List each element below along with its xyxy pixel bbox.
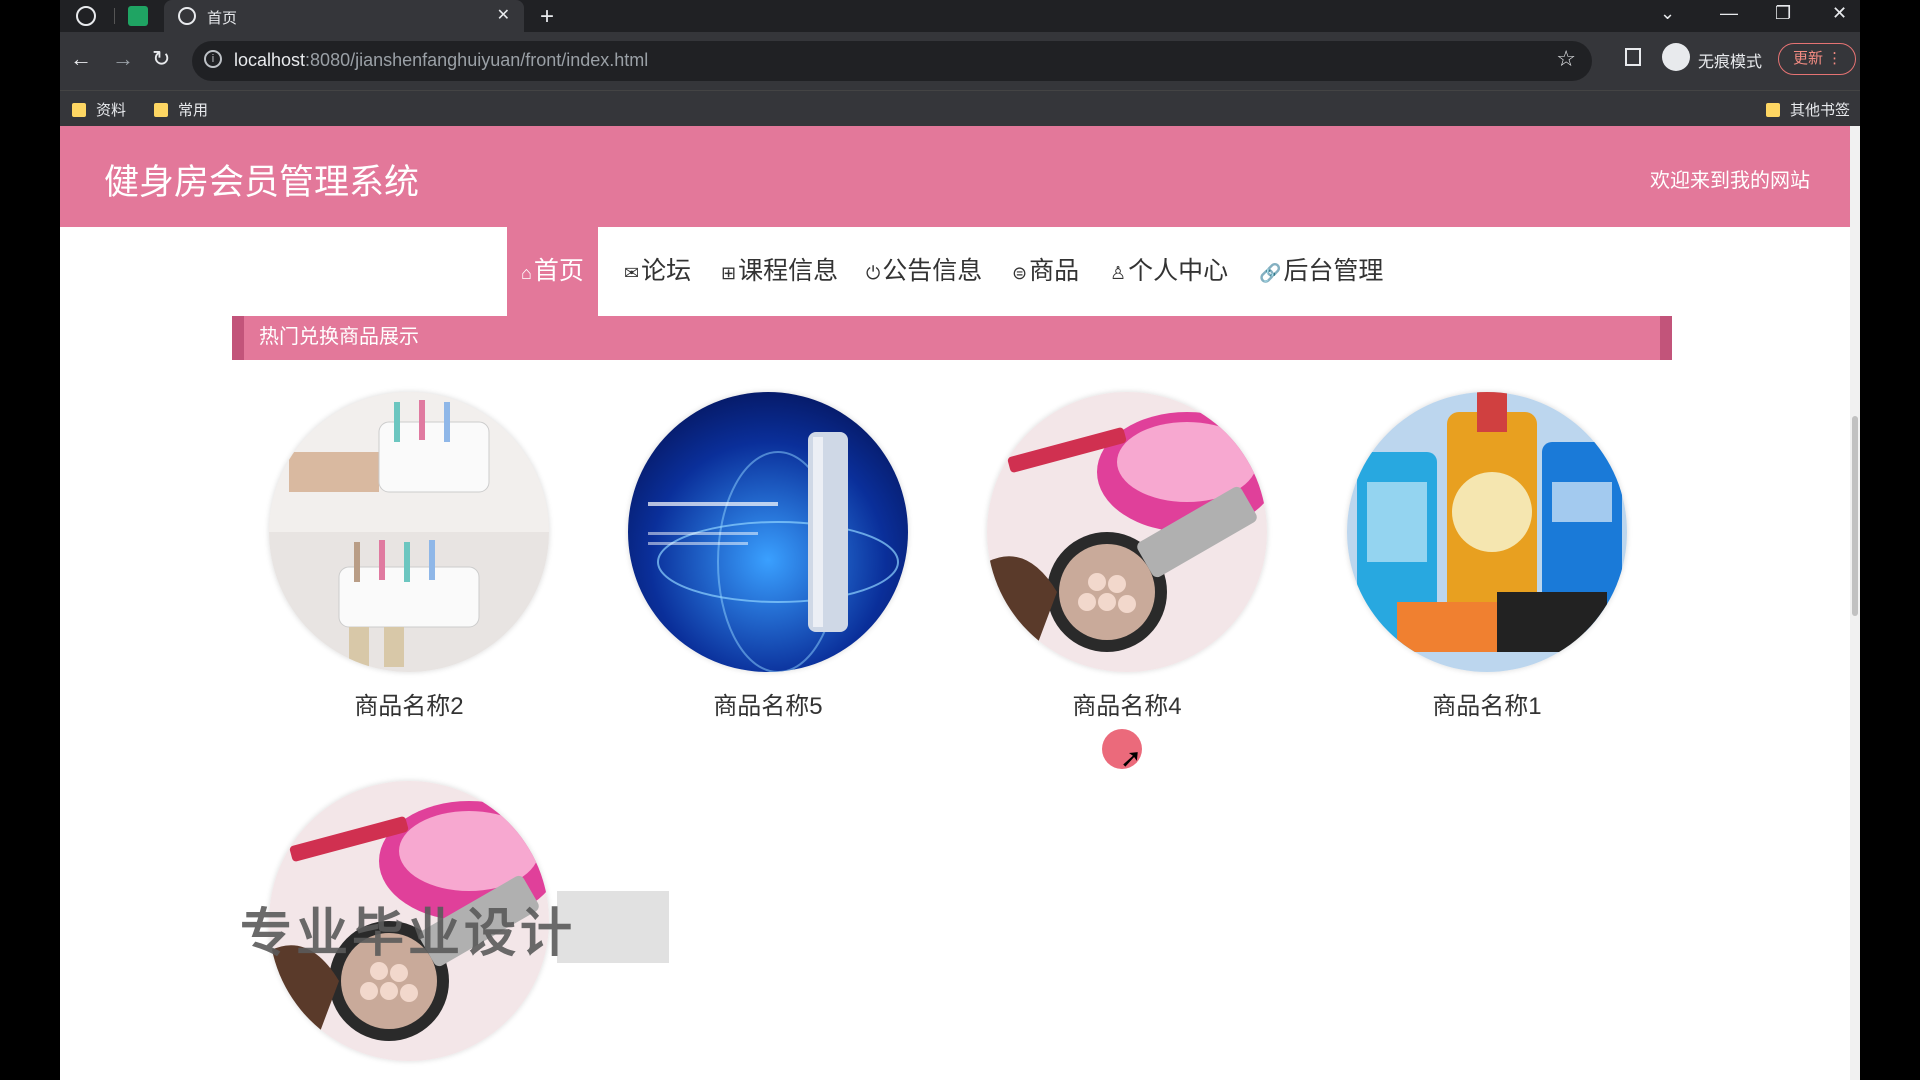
restore-icon[interactable]: ❐ bbox=[1775, 3, 1791, 24]
page-content: 健身房会员管理系统 欢迎来到我的网站 ⌂首页 ✉论坛 ⊞课程信息 ⏻公告信息 ⊜… bbox=[60, 126, 1860, 1080]
grid-icon: ⊞ bbox=[721, 263, 737, 283]
accent-bar bbox=[232, 316, 244, 360]
tab-title: 首页 bbox=[207, 10, 238, 27]
watermark-text: 专业毕业设计 bbox=[240, 905, 577, 963]
product-image[interactable] bbox=[1347, 392, 1627, 672]
tab-search-icon[interactable]: ⌄ bbox=[1660, 3, 1675, 24]
new-tab-icon[interactable]: + bbox=[540, 3, 554, 31]
product-name[interactable]: 商品名称2 bbox=[269, 686, 549, 721]
product-card[interactable]: 商品名称4 bbox=[987, 392, 1267, 721]
section-header: 热门兑换商品展示 bbox=[232, 316, 1672, 360]
close-tab-icon[interactable]: ✕ bbox=[497, 5, 510, 25]
update-button[interactable]: 更新 ⋮ bbox=[1778, 43, 1856, 75]
nav-home[interactable]: ⌂首页 bbox=[507, 227, 598, 316]
bookmark-star-icon[interactable]: ☆ bbox=[1556, 46, 1576, 72]
main-nav: ⌂首页 ✉论坛 ⊞课程信息 ⏻公告信息 ⊜商品 ♙个人中心 🔗后台管理 bbox=[60, 227, 1850, 316]
link-icon: 🔗 bbox=[1259, 263, 1282, 283]
side-panel-icon[interactable] bbox=[1625, 48, 1641, 66]
product-name[interactable]: 商品名称4 bbox=[987, 686, 1267, 721]
product-card[interactable]: 商品名称5 bbox=[628, 392, 908, 721]
site-header: 健身房会员管理系统 欢迎来到我的网站 bbox=[60, 126, 1850, 227]
nav-announcements[interactable]: ⏻公告信息 bbox=[866, 227, 982, 316]
tab-separator bbox=[114, 8, 115, 24]
product-image[interactable] bbox=[269, 392, 549, 672]
folder-icon bbox=[1766, 103, 1780, 117]
product-card[interactable]: 商品名称2 bbox=[269, 392, 549, 721]
reload-icon[interactable]: ↻ bbox=[152, 46, 170, 72]
section-title: 热门兑换商品展示 bbox=[259, 326, 419, 348]
folder-icon bbox=[154, 103, 168, 117]
watermark: 专业毕业设计 bbox=[240, 883, 669, 963]
nav-courses[interactable]: ⊞课程信息 bbox=[721, 227, 838, 316]
globe-icon[interactable] bbox=[76, 6, 96, 26]
mouse-cursor-icon: ➚ bbox=[1120, 743, 1142, 773]
browser-window: 首页 ✕ + ⌄ — ❐ ✕ ← → ↻ i localhost:8080/ji… bbox=[60, 0, 1860, 1080]
minimize-icon[interactable]: — bbox=[1720, 3, 1738, 24]
product-image[interactable] bbox=[628, 392, 908, 672]
other-bookmarks[interactable]: 其他书签 bbox=[1766, 99, 1850, 120]
site-title: 健身房会员管理系统 bbox=[104, 163, 420, 202]
nav-forum[interactable]: ✉论坛 bbox=[624, 227, 691, 316]
product-name[interactable]: 商品名称5 bbox=[628, 686, 908, 721]
product-name[interactable]: 商品名称1 bbox=[1347, 686, 1627, 721]
folder-icon bbox=[72, 103, 86, 117]
url-text: localhost:8080/jianshenfanghuiyuan/front… bbox=[234, 50, 649, 70]
address-toolbar: ← → ↻ i localhost:8080/jianshenfanghuiyu… bbox=[60, 32, 1860, 90]
sheet-tab-icon[interactable] bbox=[128, 6, 148, 26]
product-image[interactable] bbox=[987, 392, 1267, 672]
active-tab[interactable]: 首页 ✕ bbox=[164, 0, 524, 32]
bookmark-folder[interactable]: 常用 bbox=[154, 99, 208, 120]
nav-products[interactable]: ⊜商品 bbox=[1012, 227, 1079, 316]
welcome-text: 欢迎来到我的网站 bbox=[1650, 170, 1810, 192]
globe-icon bbox=[178, 7, 196, 25]
forward-icon[interactable]: → bbox=[112, 46, 134, 72]
mail-icon: ✉ bbox=[624, 263, 640, 283]
back-icon[interactable]: ← bbox=[70, 46, 92, 72]
circle-icon: ⊜ bbox=[1012, 263, 1028, 283]
accent-bar bbox=[1660, 316, 1672, 360]
incognito-label: 无痕模式 bbox=[1698, 54, 1763, 71]
info-icon[interactable]: i bbox=[204, 50, 222, 68]
user-icon: ♙ bbox=[1110, 263, 1127, 283]
url-field[interactable]: i localhost:8080/jianshenfanghuiyuan/fro… bbox=[192, 41, 1592, 81]
nav-admin[interactable]: 🔗后台管理 bbox=[1259, 227, 1383, 316]
bookmarks-bar: 资料 常用 其他书签 bbox=[60, 90, 1860, 126]
nav-user-center[interactable]: ♙个人中心 bbox=[1110, 227, 1228, 316]
scrollbar-thumb[interactable] bbox=[1852, 416, 1858, 616]
product-card[interactable]: 商品名称1 bbox=[1347, 392, 1627, 721]
home-icon: ⌂ bbox=[521, 263, 532, 283]
incognito-icon bbox=[1662, 43, 1690, 71]
tab-bar: 首页 ✕ + ⌄ — ❐ ✕ bbox=[60, 0, 1860, 32]
power-icon: ⏻ bbox=[866, 263, 881, 283]
close-window-icon[interactable]: ✕ bbox=[1832, 3, 1847, 24]
bookmark-folder[interactable]: 资料 bbox=[72, 99, 126, 120]
